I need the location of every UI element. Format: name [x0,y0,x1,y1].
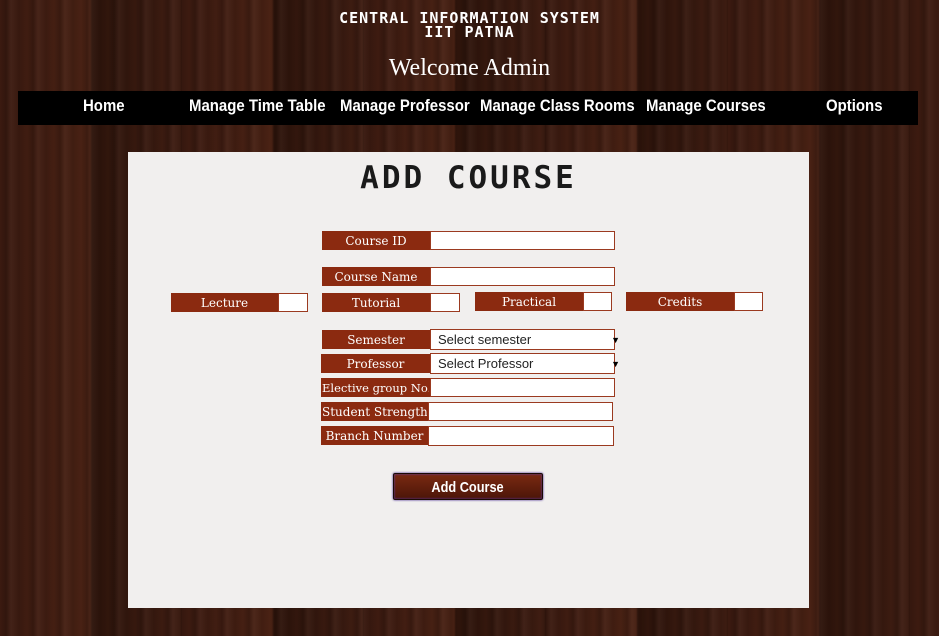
nav-manage-time-table[interactable]: Manage Time Table [189,91,326,125]
practical-label: Practical [475,292,583,311]
credits-label: Credits [626,292,734,311]
credits-input[interactable] [734,292,763,311]
nav-manage-class-rooms[interactable]: Manage Class Rooms [480,91,635,125]
tutorial-input[interactable] [430,293,460,312]
form-title: ADD COURSE [360,160,577,196]
dropdown-arrow-icon: ▼ [611,335,620,345]
add-course-button[interactable]: Add Course [393,473,543,500]
student-strength-label: Student Strength [321,402,428,421]
institute-title: IIT PATNA [424,23,515,41]
nav-manage-courses[interactable]: Manage Courses [646,91,766,125]
practical-input[interactable] [583,292,612,311]
course-name-label: Course Name [322,267,430,286]
professor-label: Professor [321,354,430,373]
branch-number-input[interactable] [428,426,614,446]
main-navbar: Home Manage Time Table Manage Professor … [18,91,918,125]
nav-manage-professor[interactable]: Manage Professor [340,91,470,125]
nav-options[interactable]: Options [826,91,883,125]
lecture-input[interactable] [278,293,308,312]
elective-group-input[interactable] [430,378,615,397]
course-id-input[interactable] [430,231,615,250]
student-strength-input[interactable] [428,402,613,421]
dropdown-arrow-icon: ▼ [611,359,620,369]
course-name-input[interactable] [430,267,615,286]
professor-select[interactable]: Select Professor ▼ [430,353,620,374]
semester-label: Semester [322,330,430,349]
nav-home[interactable]: Home [83,91,125,125]
elective-group-label: Elective group No. [321,378,430,397]
semester-select[interactable]: Select semester ▼ [430,329,620,350]
course-id-label: Course ID [322,231,430,250]
lecture-label: Lecture [171,293,278,312]
branch-number-label: Branch Number [321,426,428,445]
add-course-button-label: Add Course [431,479,505,496]
semester-selected-value: Select semester [438,332,532,347]
welcome-message: Welcome Admin [388,55,551,81]
tutorial-label: Tutorial [322,293,430,312]
professor-selected-value: Select Professor [438,356,534,371]
